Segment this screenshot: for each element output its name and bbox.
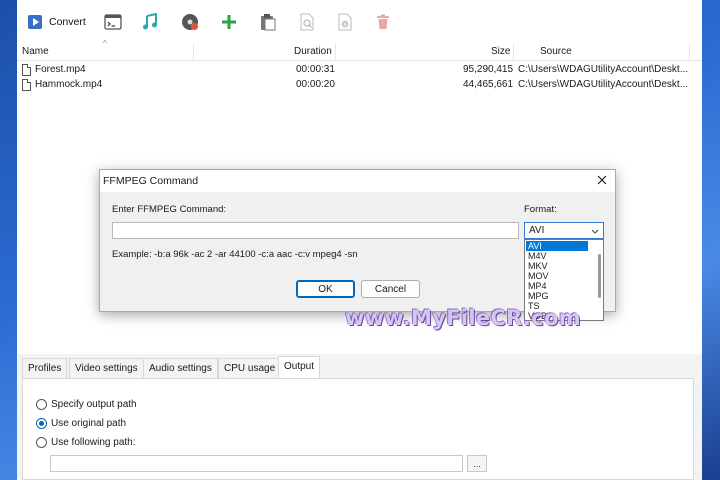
tab-output[interactable]: Output xyxy=(278,356,321,379)
preview-button[interactable] xyxy=(299,11,315,33)
dialog-title-bar[interactable]: FFMPEG Command xyxy=(100,170,615,192)
browse-button[interactable]: ... xyxy=(467,455,487,472)
toolbar: Convert xyxy=(17,0,702,44)
add-icon xyxy=(221,14,237,30)
ffmpeg-command-button[interactable] xyxy=(104,11,122,33)
chevron-down-icon xyxy=(591,227,599,238)
audio-button[interactable] xyxy=(142,11,158,33)
radio-use-original-path[interactable]: Use original path xyxy=(36,418,126,429)
tab-cpu-usage[interactable]: CPU usage xyxy=(218,358,282,379)
file-icon xyxy=(22,79,31,91)
ffmpeg-command-input[interactable] xyxy=(112,222,519,239)
format-option[interactable]: MPG xyxy=(526,291,588,301)
column-separator[interactable] xyxy=(193,43,194,61)
watermark: www.MyFileCR.com xyxy=(345,306,581,330)
format-selected-value: AVI xyxy=(529,225,545,236)
format-label: Format: xyxy=(524,204,557,215)
dropdown-scrollbar[interactable] xyxy=(598,254,601,298)
column-name[interactable]: Name xyxy=(22,46,49,57)
column-source[interactable]: Source xyxy=(540,46,572,57)
tab-video-settings[interactable]: Video settings xyxy=(69,358,144,379)
radio-label: Specify output path xyxy=(51,399,137,410)
format-option[interactable]: MKV xyxy=(526,261,588,271)
delete-icon xyxy=(376,14,390,30)
example-text: Example: -b:a 96k -ac 2 -ar 44100 -c:a a… xyxy=(112,249,358,260)
table-row[interactable]: Forest.mp4 00:00:31 95,290,415 C:\Users\… xyxy=(17,63,702,78)
format-select[interactable]: AVI xyxy=(524,222,604,239)
file-name: Hammock.mp4 xyxy=(35,79,103,90)
paste-button[interactable] xyxy=(260,11,276,33)
ffmpeg-command-dialog: FFMPEG Command Enter FFMPEG Command: For… xyxy=(99,169,616,321)
format-option[interactable]: MP4 xyxy=(526,281,588,291)
cancel-button[interactable]: Cancel xyxy=(361,280,420,298)
settings-panel: Profiles Video settings Audio settings C… xyxy=(17,354,702,480)
clipboard-icon xyxy=(260,13,276,31)
convert-icon xyxy=(27,14,43,30)
radio-button-checked[interactable] xyxy=(36,418,47,429)
radio-button[interactable] xyxy=(36,437,47,448)
column-size[interactable]: Size xyxy=(491,46,510,57)
file-icon xyxy=(22,64,31,76)
delete-button[interactable] xyxy=(376,11,390,33)
column-separator[interactable] xyxy=(689,43,690,61)
convert-label: Convert xyxy=(49,16,86,28)
properties-button[interactable] xyxy=(337,11,353,33)
music-icon xyxy=(142,13,158,31)
file-info-icon xyxy=(337,13,353,31)
file-name: Forest.mp4 xyxy=(35,64,86,75)
sort-ascending-icon: ^ xyxy=(103,39,107,48)
file-source: C:\Users\WDAGUtilityAccount\Deskt... xyxy=(518,64,689,75)
command-label: Enter FFMPEG Command: xyxy=(112,204,227,215)
file-size: 44,465,661 xyxy=(463,79,514,90)
file-duration: 00:00:20 xyxy=(296,79,335,90)
format-option[interactable]: MOV xyxy=(526,271,588,281)
format-option[interactable]: AVI xyxy=(526,241,588,251)
tab-audio-settings[interactable]: Audio settings xyxy=(143,358,218,379)
radio-label: Use original path xyxy=(51,418,127,429)
convert-button[interactable]: Convert xyxy=(27,11,86,33)
file-search-icon xyxy=(299,13,315,31)
output-tab-content: Specify output path Use original path Us… xyxy=(22,378,694,480)
column-separator[interactable] xyxy=(513,43,514,61)
file-source: C:\Users\WDAGUtilityAccount\Deskt... xyxy=(518,79,689,90)
file-list-header: ^ Name Duration Size Source xyxy=(17,39,702,61)
close-icon[interactable] xyxy=(595,173,609,187)
dialog-title: FFMPEG Command xyxy=(103,175,199,187)
file-duration: 00:00:31 xyxy=(296,64,335,75)
output-path-input[interactable] xyxy=(50,455,463,472)
radio-button[interactable] xyxy=(36,399,47,410)
terminal-icon xyxy=(104,14,122,30)
ok-button[interactable]: OK xyxy=(296,280,355,298)
radio-label: Use following path: xyxy=(51,437,136,448)
add-files-button[interactable] xyxy=(221,11,237,33)
burn-disc-button[interactable] xyxy=(181,11,199,33)
radio-specify-output-path[interactable]: Specify output path xyxy=(36,399,137,410)
tab-profiles[interactable]: Profiles xyxy=(22,358,68,379)
radio-use-following-path[interactable]: Use following path: xyxy=(36,437,136,448)
column-duration[interactable]: Duration xyxy=(294,46,332,57)
file-size: 95,290,415 xyxy=(463,64,514,75)
column-separator[interactable] xyxy=(335,43,336,61)
table-row[interactable]: Hammock.mp4 00:00:20 44,465,661 C:\Users… xyxy=(17,78,702,93)
disc-burn-icon xyxy=(181,13,199,31)
format-option[interactable]: M4V xyxy=(526,251,588,261)
